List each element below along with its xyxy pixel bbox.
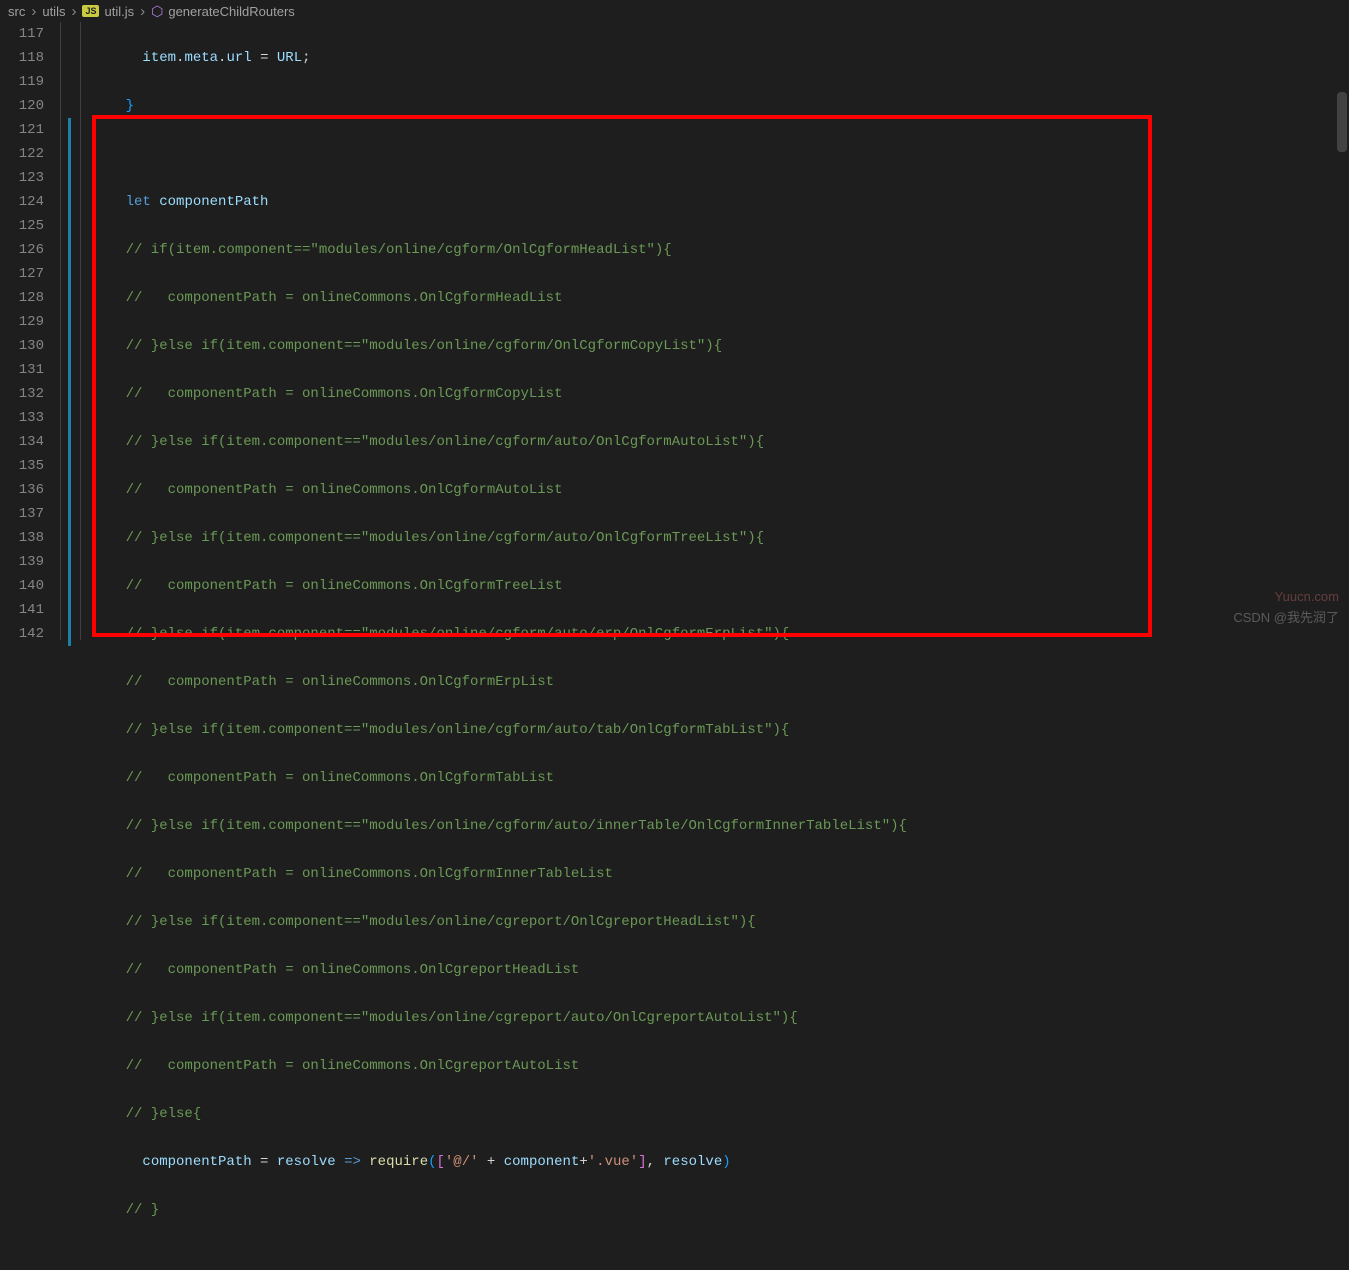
line-number[interactable]: 141: [0, 598, 44, 622]
chevron-right-icon: ›: [31, 3, 36, 20]
breadcrumb: src › utils › JS util.js › ⬡ generateChi…: [0, 0, 1349, 22]
chevron-right-icon: ›: [71, 3, 76, 20]
line-number[interactable]: 134: [0, 430, 44, 454]
code-line: // componentPath = onlineCommons.OnlCgfo…: [92, 862, 907, 886]
line-number[interactable]: 123: [0, 166, 44, 190]
breadcrumb-utils[interactable]: utils: [42, 4, 65, 19]
line-number[interactable]: 139: [0, 550, 44, 574]
line-number[interactable]: 135: [0, 454, 44, 478]
line-number[interactable]: 118: [0, 46, 44, 70]
line-number[interactable]: 133: [0, 406, 44, 430]
chevron-right-icon: ›: [140, 3, 145, 20]
editor: 117 118 119 120 121 122 123 124 125 126 …: [0, 22, 1349, 640]
code-line: // componentPath = onlineCommons.OnlCgfo…: [92, 766, 907, 790]
code-content[interactable]: item.meta.url = URL; } let componentPath…: [58, 22, 907, 640]
line-number-gutter: 117 118 119 120 121 122 123 124 125 126 …: [0, 22, 58, 640]
code-line: componentPath = resolve => require(['@/'…: [92, 1150, 907, 1174]
line-number[interactable]: 142: [0, 622, 44, 646]
line-number[interactable]: 122: [0, 142, 44, 166]
code-line: [92, 142, 907, 166]
breadcrumb-symbol[interactable]: ⬡ generateChildRouters: [151, 3, 295, 20]
line-number[interactable]: 132: [0, 382, 44, 406]
line-number[interactable]: 125: [0, 214, 44, 238]
code-line: // }else if(item.component=="modules/onl…: [92, 1006, 907, 1030]
line-number[interactable]: 117: [0, 22, 44, 46]
code-line: // componentPath = onlineCommons.OnlCgre…: [92, 958, 907, 982]
line-number[interactable]: 129: [0, 310, 44, 334]
line-number[interactable]: 138: [0, 526, 44, 550]
method-icon: ⬡: [151, 3, 163, 20]
code-line: // }: [92, 1198, 907, 1222]
line-number[interactable]: 119: [0, 70, 44, 94]
line-number[interactable]: 120: [0, 94, 44, 118]
line-number[interactable]: 140: [0, 574, 44, 598]
code-line: // componentPath = onlineCommons.OnlCgfo…: [92, 382, 907, 406]
vertical-scrollbar[interactable]: [1335, 22, 1349, 640]
code-line: }: [92, 94, 907, 118]
watermark-text: Yuucn.com: [1275, 589, 1339, 604]
code-line: // }else if(item.component=="modules/onl…: [92, 910, 907, 934]
code-line: // }else if(item.component=="modules/onl…: [92, 334, 907, 358]
line-number[interactable]: 136: [0, 478, 44, 502]
code-line: let componentPath: [92, 190, 907, 214]
code-line: // componentPath = onlineCommons.OnlCgfo…: [92, 574, 907, 598]
code-line: // componentPath = onlineCommons.OnlCgfo…: [92, 478, 907, 502]
line-number[interactable]: 131: [0, 358, 44, 382]
code-line: // componentPath = onlineCommons.OnlCgfo…: [92, 670, 907, 694]
code-line: // componentPath = onlineCommons.OnlCgre…: [92, 1054, 907, 1078]
watermark-text: CSDN @我先润了: [1233, 607, 1339, 626]
line-number[interactable]: 124: [0, 190, 44, 214]
code-line: // }else if(item.component=="modules/onl…: [92, 526, 907, 550]
breadcrumb-src[interactable]: src: [8, 4, 25, 19]
code-line: // componentPath = onlineCommons.OnlCgfo…: [92, 286, 907, 310]
line-number[interactable]: 128: [0, 286, 44, 310]
line-number[interactable]: 121: [0, 118, 44, 142]
code-line: // if(item.component=="modules/online/cg…: [92, 238, 907, 262]
js-file-icon: JS: [82, 5, 99, 17]
code-line: // }else if(item.component=="modules/onl…: [92, 622, 907, 646]
breadcrumb-symbol-name: generateChildRouters: [168, 4, 294, 19]
code-line: // }else if(item.component=="modules/onl…: [92, 718, 907, 742]
code-line: // }else{: [92, 1102, 907, 1126]
line-number[interactable]: 137: [0, 502, 44, 526]
scrollbar-thumb[interactable]: [1337, 92, 1347, 152]
breadcrumb-filename: util.js: [104, 4, 134, 19]
code-line: // }else if(item.component=="modules/onl…: [92, 430, 907, 454]
line-number[interactable]: 126: [0, 238, 44, 262]
line-number[interactable]: 130: [0, 334, 44, 358]
breadcrumb-file[interactable]: JS util.js: [82, 4, 134, 19]
code-line: item.meta.url = URL;: [92, 46, 907, 70]
line-number[interactable]: 127: [0, 262, 44, 286]
code-line: // }else if(item.component=="modules/onl…: [92, 814, 907, 838]
